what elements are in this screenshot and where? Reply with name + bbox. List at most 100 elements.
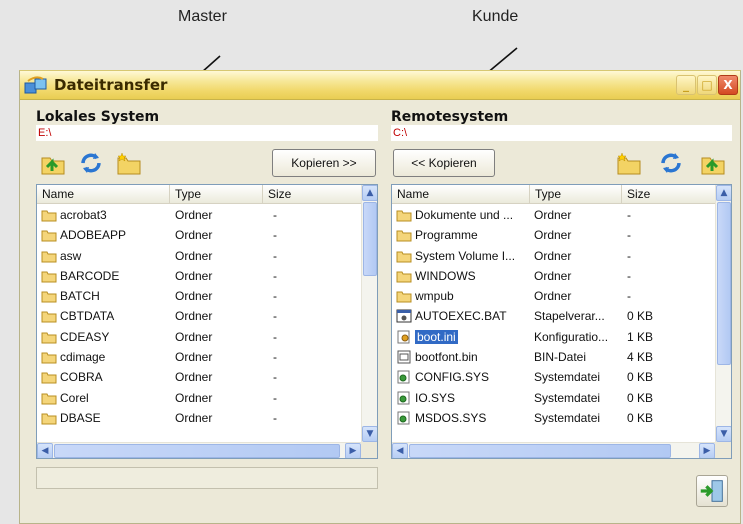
file-row[interactable]: asw Ordner - (37, 246, 361, 266)
file-row[interactable]: WINDOWS Ordner - (392, 266, 715, 286)
file-name: BARCODE (60, 268, 120, 283)
header-size[interactable]: Size (622, 185, 718, 204)
file-size: - (273, 228, 277, 243)
file-type: Ordner (175, 289, 213, 304)
file-name: CBTDATA (60, 309, 115, 324)
file-row[interactable]: ADOBEAPP Ordner - (37, 225, 361, 245)
file-name-cell: COBRA (41, 370, 171, 384)
file-row[interactable]: bootfont.bin BIN-Datei 4 KB (392, 347, 715, 367)
file-row[interactable]: wmpub Ordner - (392, 286, 715, 306)
batch-file-icon (396, 309, 415, 323)
scroll-thumb[interactable] (717, 202, 731, 365)
file-type: Stapelverar... (534, 309, 605, 324)
remote-horizontal-scrollbar[interactable]: ◀ ▶ (392, 442, 715, 458)
local-horizontal-scrollbar[interactable]: ◀ ▶ (37, 442, 361, 458)
file-type: Systemdatei (534, 390, 601, 405)
file-name-cell: Programme (396, 228, 530, 242)
file-name: CDEASY (60, 329, 110, 344)
title-bar[interactable]: Dateitransfer _ □ X (20, 71, 740, 100)
file-row[interactable]: DBASE Ordner - (37, 408, 361, 428)
folder-up-icon[interactable] (698, 149, 728, 177)
scroll-thumb[interactable] (363, 202, 377, 276)
scroll-thumb[interactable] (409, 444, 671, 458)
file-row[interactable]: BARCODE Ordner - (37, 266, 361, 286)
local-path-field[interactable]: E:\ (36, 125, 378, 141)
file-row[interactable]: Programme Ordner - (392, 225, 715, 245)
status-field (36, 467, 378, 489)
file-row[interactable]: System Volume I... Ordner - (392, 246, 715, 266)
header-size[interactable]: Size (263, 185, 363, 204)
file-name-cell: System Volume I... (396, 249, 530, 263)
file-size: - (627, 248, 631, 263)
config-file-icon (396, 330, 415, 344)
file-type: Ordner (534, 228, 572, 243)
minimize-button[interactable]: _ (676, 75, 696, 95)
file-row[interactable]: COBRA Ordner - (37, 367, 361, 387)
file-type: Ordner (175, 309, 213, 324)
file-name: acrobat3 (60, 208, 107, 222)
system-file-icon (396, 391, 415, 405)
exit-button[interactable] (696, 475, 728, 507)
file-type: Ordner (175, 390, 213, 405)
scroll-up-icon[interactable]: ▲ (362, 185, 377, 201)
close-button[interactable]: X (718, 75, 738, 95)
remote-path-field[interactable]: C:\ (391, 125, 732, 141)
file-row[interactable]: AUTOEXEC.BAT Stapelverar... 0 KB (392, 306, 715, 326)
file-name-cell: BATCH (41, 289, 171, 303)
file-size: - (273, 268, 277, 283)
file-row[interactable]: CONFIG.SYS Systemdatei 0 KB (392, 367, 715, 387)
file-type: Systemdatei (534, 410, 601, 425)
scroll-thumb[interactable] (54, 444, 340, 458)
file-row[interactable]: boot.ini Konfiguratio... 1 KB (392, 327, 715, 347)
file-row[interactable]: Corel Ordner - (37, 388, 361, 408)
header-type[interactable]: Type (170, 185, 263, 204)
system-file-icon (396, 370, 415, 384)
file-row[interactable]: CDEASY Ordner - (37, 327, 361, 347)
file-size: - (273, 309, 277, 324)
scroll-left-icon[interactable]: ◀ (37, 443, 53, 458)
file-row[interactable]: MSDOS.SYS Systemdatei 0 KB (392, 408, 715, 428)
file-name-cell: cdimage (41, 350, 171, 364)
folder-icon (41, 411, 60, 425)
scroll-left-icon[interactable]: ◀ (392, 443, 408, 458)
file-size: 0 KB (627, 370, 654, 385)
maximize-button[interactable]: □ (697, 75, 717, 95)
header-name[interactable]: Name (37, 185, 170, 204)
scroll-up-icon[interactable]: ▲ (716, 185, 731, 201)
file-row[interactable]: BATCH Ordner - (37, 286, 361, 306)
file-name: wmpub (415, 289, 454, 304)
file-name-cell: acrobat3 (41, 208, 171, 222)
header-name[interactable]: Name (392, 185, 530, 204)
remote-file-list[interactable]: Name Type Size Dokumente und ... Ordner - P… (391, 184, 732, 459)
local-vertical-scrollbar[interactable]: ▲ ▼ (361, 185, 377, 442)
scroll-right-icon[interactable]: ▶ (345, 443, 361, 458)
scroll-down-icon[interactable]: ▼ (362, 426, 377, 442)
file-size: - (273, 289, 277, 304)
folder-icon (41, 391, 60, 405)
file-size: - (273, 350, 277, 365)
new-folder-icon[interactable] (614, 149, 644, 177)
file-type: Konfiguratio... (534, 329, 609, 344)
scroll-down-icon[interactable]: ▼ (716, 426, 731, 442)
file-name-cell: CBTDATA (41, 309, 171, 323)
copy-to-local-button[interactable]: << Kopieren (393, 149, 495, 177)
folder-up-icon[interactable] (38, 149, 68, 177)
file-row[interactable]: cdimage Ordner - (37, 347, 361, 367)
file-row[interactable]: acrobat3 Ordner - (37, 205, 361, 225)
folder-icon (41, 289, 60, 303)
header-type[interactable]: Type (530, 185, 622, 204)
file-size: 4 KB (627, 350, 654, 365)
file-row[interactable]: Dokumente und ... Ordner - (392, 205, 715, 225)
file-row[interactable]: IO.SYS Systemdatei 0 KB (392, 388, 715, 408)
refresh-icon[interactable] (656, 149, 686, 177)
scroll-right-icon[interactable]: ▶ (699, 443, 715, 458)
file-size: 1 KB (627, 329, 654, 344)
file-row[interactable]: CBTDATA Ordner - (37, 306, 361, 326)
folder-icon (396, 249, 415, 263)
copy-to-remote-button[interactable]: Kopieren >> (272, 149, 376, 177)
remote-vertical-scrollbar[interactable]: ▲ ▼ (715, 185, 731, 442)
local-file-list[interactable]: Name Type Size acrobat3 Ordner - ADOBEAPP Or… (36, 184, 378, 459)
new-folder-icon[interactable] (114, 149, 144, 177)
refresh-icon[interactable] (76, 149, 106, 177)
file-name: CONFIG.SYS (415, 370, 490, 385)
